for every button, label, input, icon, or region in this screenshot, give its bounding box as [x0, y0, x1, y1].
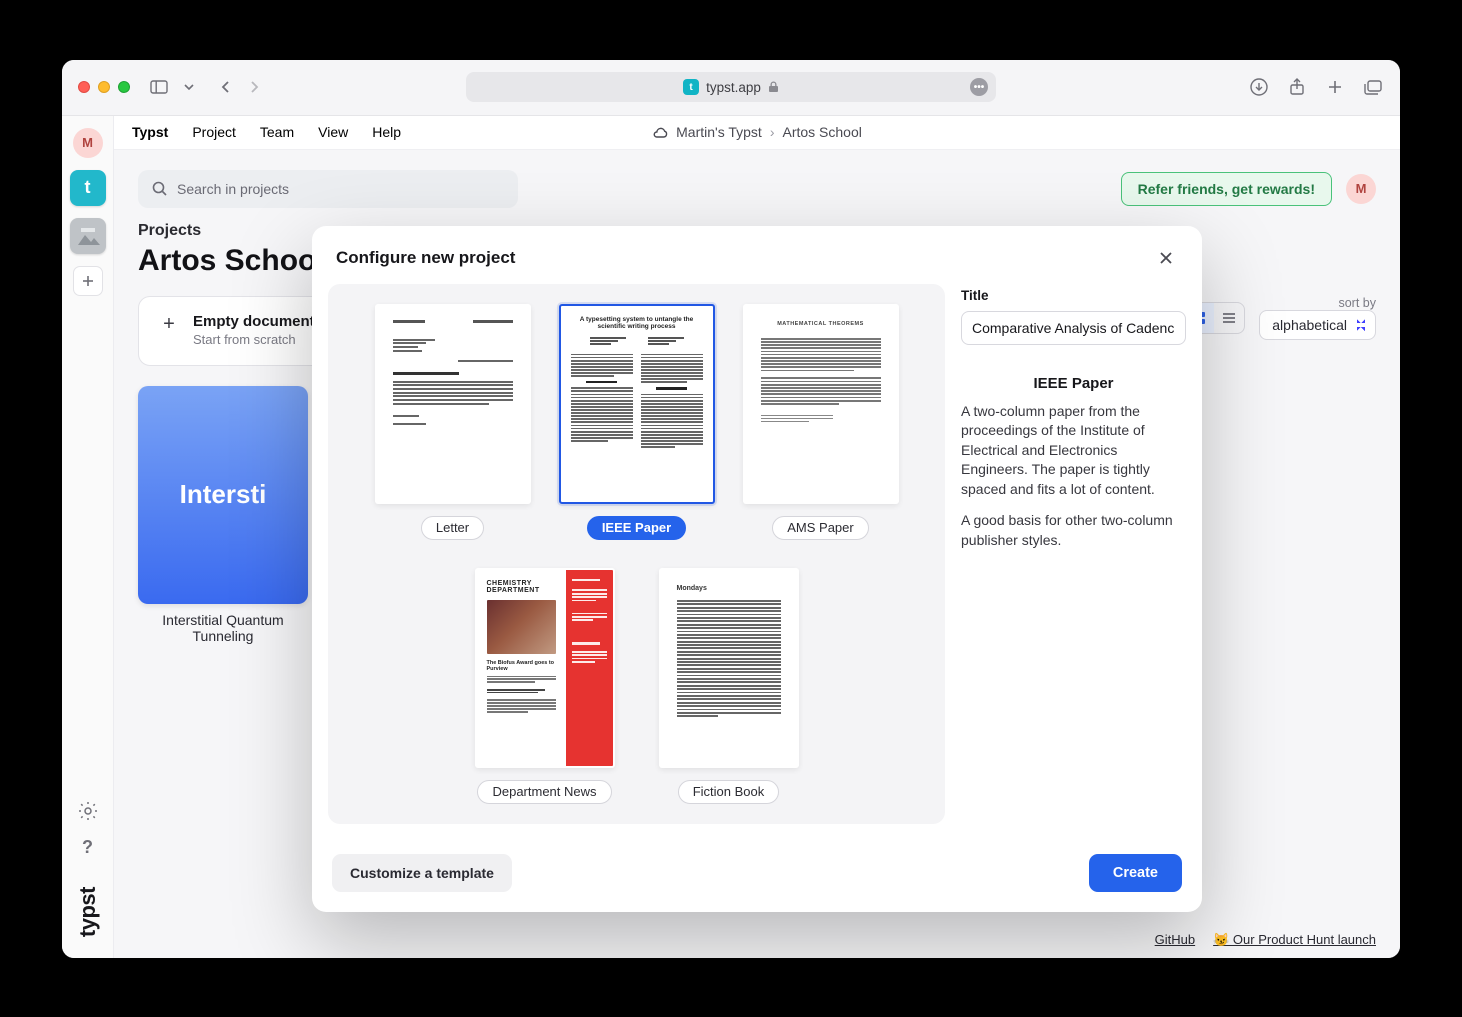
create-button[interactable]: Create: [1089, 854, 1182, 892]
downloads-icon[interactable]: [1248, 76, 1270, 98]
site-favicon: t: [683, 79, 699, 95]
chevron-down-icon[interactable]: [178, 76, 200, 98]
modal-overlay: Configure new project: [114, 116, 1400, 958]
fullscreen-window-button[interactable]: [118, 81, 130, 93]
address-text: typst.app: [706, 80, 761, 95]
reader-mode-icon[interactable]: •••: [970, 78, 988, 96]
browser-chrome: t typst.app •••: [62, 60, 1400, 116]
template-fiction-chip[interactable]: Fiction Book: [678, 780, 780, 804]
typst-logo: Typst: [75, 871, 101, 945]
sidebar-toggle-icon[interactable]: [148, 76, 170, 98]
template-fiction-preview: Mondays: [659, 568, 799, 768]
lock-icon: [768, 81, 779, 93]
close-icon[interactable]: [1154, 246, 1178, 270]
modal-header: Configure new project: [312, 226, 1202, 284]
help-icon[interactable]: ?: [76, 835, 100, 859]
template-desc-1: A two-column paper from the proceedings …: [961, 402, 1186, 500]
template-ieee-preview: A typesetting system to untangle the sci…: [559, 304, 715, 504]
template-dept-chip[interactable]: Department News: [477, 780, 611, 804]
avatar[interactable]: M: [73, 128, 103, 158]
template-ams[interactable]: MATHEMATICAL THEOREMS AMS Paper: [743, 304, 899, 540]
back-button-icon[interactable]: [214, 76, 236, 98]
gear-icon[interactable]: [76, 799, 100, 823]
template-dept-preview: CHEMISTRY DEPARTMENT The Biofus Award go…: [475, 568, 615, 768]
forward-button-icon: [244, 76, 266, 98]
template-ams-chip[interactable]: AMS Paper: [772, 516, 868, 540]
template-department-news[interactable]: CHEMISTRY DEPARTMENT The Biofus Award go…: [467, 568, 623, 804]
add-workspace-button[interactable]: [73, 266, 103, 296]
template-ieee-chip[interactable]: IEEE Paper: [587, 516, 686, 540]
close-window-button[interactable]: [78, 81, 90, 93]
template-letter[interactable]: Letter: [375, 304, 531, 540]
browser-actions: [1248, 76, 1384, 98]
app-rail: M t ? Typst: [62, 116, 114, 958]
title-label: Title: [961, 288, 1186, 303]
title-input[interactable]: [961, 311, 1186, 345]
workspace-area: Typst Project Team View Help Martin's Ty…: [114, 116, 1400, 958]
browser-window: t typst.app ••• M t: [62, 60, 1400, 958]
window-controls: [78, 81, 130, 93]
template-letter-preview: [375, 304, 531, 504]
template-ams-preview: MATHEMATICAL THEOREMS: [743, 304, 899, 504]
template-ieee[interactable]: A typesetting system to untangle the sci…: [559, 304, 715, 540]
template-gallery: Letter A typesetting system to untangle …: [328, 284, 945, 824]
workspace-tile-image[interactable]: [70, 218, 106, 254]
share-icon[interactable]: [1286, 76, 1308, 98]
modal-sidebar: Title IEEE Paper A two-column paper from…: [961, 284, 1186, 824]
template-desc-2: A good basis for other two-column publis…: [961, 511, 1186, 550]
template-letter-chip[interactable]: Letter: [421, 516, 484, 540]
customize-template-button[interactable]: Customize a template: [332, 854, 512, 892]
workspace-tile-typst[interactable]: t: [70, 170, 106, 206]
tabs-overview-icon[interactable]: [1362, 76, 1384, 98]
minimize-window-button[interactable]: [98, 81, 110, 93]
address-bar[interactable]: t typst.app •••: [466, 72, 996, 102]
new-tab-icon[interactable]: [1324, 76, 1346, 98]
modal-title: Configure new project: [336, 248, 515, 268]
webapp: M t ? Typst Typst Project Team View Help: [62, 116, 1400, 958]
template-name: IEEE Paper: [961, 375, 1186, 392]
modal-footer: Customize a template Create: [312, 840, 1202, 912]
template-fiction-book[interactable]: Mondays Fiction Book: [651, 568, 807, 804]
modal-body: Letter A typesetting system to untangle …: [312, 284, 1202, 840]
configure-project-modal: Configure new project: [312, 226, 1202, 912]
